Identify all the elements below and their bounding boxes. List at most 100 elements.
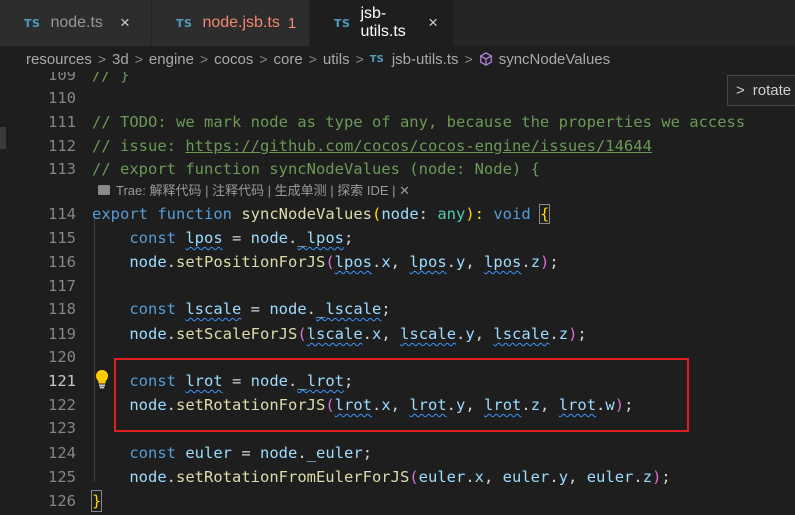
line-number: 110 bbox=[48, 89, 76, 107]
code-line: node.setScaleForJS(lscale.x, lscale.y, l… bbox=[129, 325, 587, 343]
operator: = bbox=[241, 300, 270, 318]
find-widget[interactable]: > rotate bbox=[727, 75, 795, 106]
chevron-right-icon: > bbox=[355, 51, 364, 67]
tab-label: node.jsb.ts bbox=[202, 14, 280, 31]
line-number: 112 bbox=[48, 137, 76, 155]
variable: node bbox=[129, 468, 167, 486]
codelens-actions[interactable]: Trae: 解释代码 | 注释代码 | 生成单测 | 探索 IDE | ✕ bbox=[116, 180, 410, 199]
variable: euler bbox=[502, 468, 550, 486]
lightbulb-icon[interactable] bbox=[94, 369, 110, 389]
method-call: setRotationFromEulerForJS bbox=[176, 468, 410, 486]
code-line: const lpos = node._lpos; bbox=[92, 229, 353, 247]
property: x bbox=[381, 253, 391, 271]
chevron-right-icon: > bbox=[464, 51, 473, 67]
line-number: 126 bbox=[48, 492, 76, 510]
property: y bbox=[558, 468, 569, 486]
line-number: 121 bbox=[48, 372, 76, 390]
line-number: 115 bbox=[48, 229, 76, 247]
breadcrumb-item[interactable]: utils bbox=[323, 51, 350, 68]
cube-icon bbox=[479, 52, 492, 66]
line-number: 116 bbox=[48, 253, 76, 271]
punctuation: . bbox=[297, 444, 307, 462]
property: z bbox=[642, 468, 653, 486]
code-line: const lscale = node._lscale; bbox=[92, 300, 390, 318]
code-editor[interactable]: 109 110 111 112 113 114 115 116 117 118 … bbox=[0, 72, 795, 515]
breadcrumb: resources > 3d > engine > cocos > core >… bbox=[0, 46, 795, 72]
breadcrumb-item[interactable]: 3d bbox=[112, 51, 129, 68]
breadcrumb-symbol[interactable]: syncNodeValues bbox=[499, 51, 610, 68]
variable: lscale bbox=[493, 325, 550, 343]
problem-count-badge: 1 bbox=[287, 14, 297, 32]
property: _lpos bbox=[297, 229, 345, 247]
paren: ( bbox=[372, 205, 382, 223]
breadcrumb-item[interactable]: core bbox=[274, 51, 303, 68]
code-line: node.setPositionForJS(lpos.x, lpos.y, lp… bbox=[129, 253, 559, 271]
tab-node-ts[interactable]: TS node.ts × bbox=[0, 0, 152, 46]
paren: ): bbox=[465, 205, 494, 223]
breadcrumb-item[interactable]: cocos bbox=[214, 51, 253, 68]
parameter: node bbox=[381, 205, 419, 223]
property: y bbox=[456, 253, 466, 271]
tab-bar: TS node.ts × TS node.jsb.ts 1 TS jsb-uti… bbox=[0, 0, 795, 46]
variable: lpos bbox=[185, 229, 223, 247]
chevron-right-icon: > bbox=[97, 51, 107, 67]
line-number: 123 bbox=[48, 419, 76, 437]
punctuation: . bbox=[306, 300, 317, 318]
breadcrumb-file[interactable]: jsb-utils.ts bbox=[392, 51, 459, 68]
code-line: export function syncNodeValues(node: any… bbox=[92, 204, 551, 224]
code-line: node.setRotationFromEulerForJS(euler.x, … bbox=[129, 468, 671, 486]
codelens[interactable]: Trae: 解释代码 | 注释代码 | 生成单测 | 探索 IDE | ✕ bbox=[98, 180, 410, 199]
comment: // export function syncNodeValues (node:… bbox=[92, 160, 540, 178]
property: z bbox=[530, 253, 541, 271]
typescript-file-icon: TS bbox=[24, 16, 41, 30]
chat-icon bbox=[98, 184, 110, 195]
keyword: const bbox=[129, 300, 176, 318]
breadcrumb-item[interactable]: resources bbox=[26, 51, 92, 68]
tab-node-jsb-ts[interactable]: TS node.jsb.ts 1 bbox=[152, 0, 310, 46]
punctuation: ; bbox=[344, 229, 354, 247]
variable: node bbox=[129, 325, 167, 343]
close-icon[interactable]: × bbox=[427, 13, 439, 33]
variable: lpos bbox=[334, 253, 372, 271]
code-line: // } bbox=[92, 72, 129, 84]
keyword: void bbox=[493, 205, 531, 223]
line-number: 111 bbox=[48, 113, 76, 131]
comment: // } bbox=[92, 72, 130, 84]
variable: node bbox=[269, 300, 307, 318]
breadcrumb-item[interactable]: engine bbox=[149, 51, 194, 68]
line-number: 114 bbox=[48, 205, 76, 223]
overview-marker bbox=[0, 127, 6, 149]
issue-link[interactable]: https://github.com/cocos/cocos-engine/is… bbox=[185, 137, 652, 155]
function-name: syncNodeValues bbox=[241, 205, 372, 223]
keyword: export bbox=[92, 205, 148, 223]
method-call: setPositionForJS bbox=[176, 253, 326, 271]
punctuation: : bbox=[418, 205, 438, 223]
bracket-match-highlight bbox=[91, 490, 102, 512]
variable: lpos bbox=[484, 253, 522, 271]
chevron-right-icon: > bbox=[259, 51, 268, 67]
keyword: function bbox=[157, 205, 232, 223]
operator: = bbox=[232, 444, 261, 462]
property: z bbox=[558, 325, 569, 343]
typescript-file-icon: TS bbox=[176, 16, 193, 30]
line-number: 119 bbox=[48, 325, 76, 343]
close-icon[interactable]: × bbox=[117, 13, 133, 33]
tab-jsb-utils-ts[interactable]: TS jsb-utils.ts × bbox=[310, 0, 454, 46]
code-line: // issue: https://github.com/cocos/cocos… bbox=[92, 137, 652, 155]
operator: = bbox=[222, 229, 251, 247]
punctuation: ; bbox=[362, 444, 373, 462]
method-call: setScaleForJS bbox=[176, 325, 298, 343]
variable: euler bbox=[586, 468, 634, 486]
brace: { bbox=[538, 204, 551, 224]
property: _lscale bbox=[316, 300, 382, 318]
tab-label: jsb-utils.ts bbox=[360, 5, 406, 40]
chevron-right-icon[interactable]: > bbox=[736, 82, 745, 99]
tab-label: node.ts bbox=[50, 14, 103, 31]
typescript-file-icon: TS bbox=[369, 53, 384, 65]
find-widget-text[interactable]: rotate bbox=[753, 82, 791, 99]
variable: lscale bbox=[306, 325, 363, 343]
variable: euler bbox=[418, 468, 466, 486]
line-number: 109 bbox=[48, 72, 76, 84]
line-number: 120 bbox=[48, 348, 76, 366]
line-number: 124 bbox=[48, 444, 76, 462]
